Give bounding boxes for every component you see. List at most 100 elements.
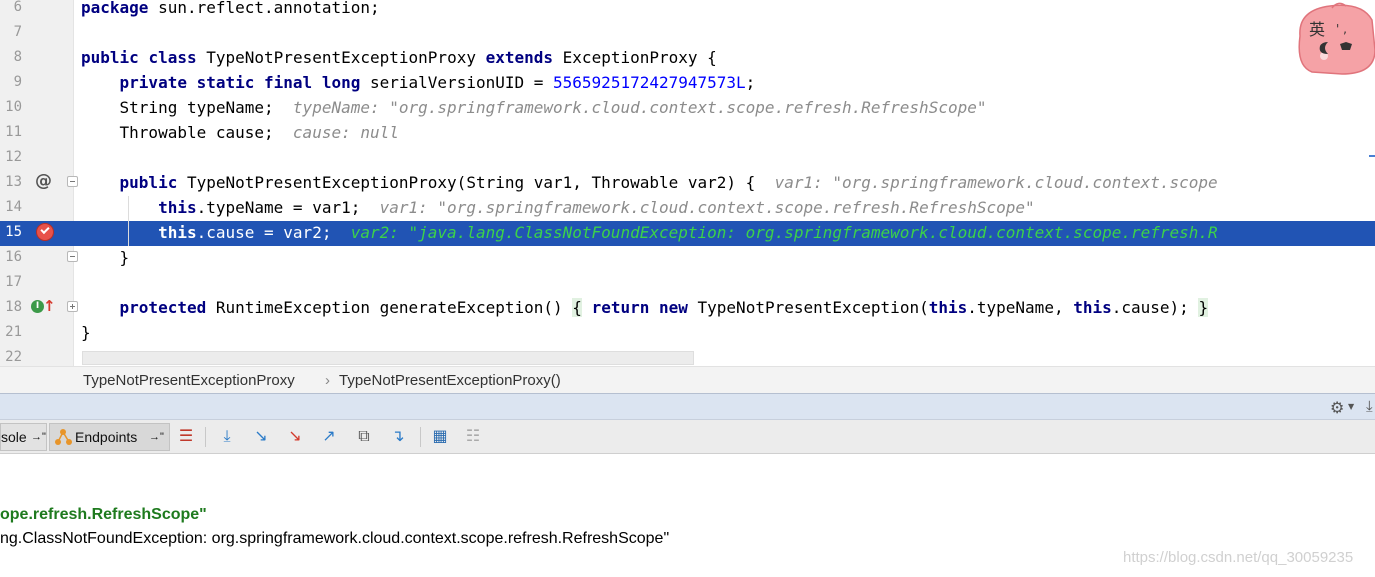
evaluate-expression-icon[interactable]: ▦ <box>429 425 451 447</box>
gear-icon[interactable]: ⚙ <box>1330 398 1344 417</box>
breadcrumb-item-method[interactable]: TypeNotPresentExceptionProxy() <box>339 372 561 389</box>
keyword: public <box>81 48 139 67</box>
code-line[interactable]: 8 public class TypeNotPresentExceptionPr… <box>0 46 1375 71</box>
variable-value-line[interactable]: ope.refresh.RefreshScope" <box>0 506 207 524</box>
watermark-text: https://blog.csdn.net/qq_30059235 <box>1123 549 1354 566</box>
keyword: this <box>158 223 197 242</box>
line-number: 15 <box>5 224 22 240</box>
fold-toggle[interactable] <box>67 176 78 187</box>
code-text: this.typeName = var1; var1: "org.springf… <box>81 197 1035 219</box>
line-number: 21 <box>5 324 22 340</box>
code-token: .cause); <box>1111 298 1199 317</box>
ime-mascot-icon: 英 ' , <box>1298 2 1375 75</box>
inline-debug-value: var1: "org.springframework.cloud.context… <box>379 198 1035 217</box>
chevron-down-icon[interactable]: ▼ <box>1348 402 1354 411</box>
code-line[interactable]: 16 } <box>0 246 1375 271</box>
tab-console[interactable]: sole →" <box>0 423 47 451</box>
code-token: } <box>81 323 91 342</box>
code-token: ; <box>745 73 756 92</box>
annotation-at-icon[interactable]: @ <box>35 171 52 191</box>
error-stripe-marker[interactable] <box>1369 155 1375 157</box>
current-execution-line[interactable]: 15 this.cause = var2; var2: "java.lang.C… <box>0 221 1375 246</box>
code-token: .typeName, <box>967 298 1074 317</box>
line-number: 8 <box>13 49 22 65</box>
code-token: sun.reflect.annotation; <box>148 0 380 17</box>
code-line[interactable]: 11 Throwable cause; cause: null <box>0 121 1375 146</box>
step-over-icon[interactable]: ⤓ <box>216 425 238 447</box>
hide-panel-icon[interactable]: ⤓ <box>1366 397 1373 415</box>
breakpoint-icon[interactable] <box>36 223 54 241</box>
line-number: 9 <box>13 74 22 90</box>
code-text: public TypeNotPresentExceptionProxy(Stri… <box>81 172 1218 194</box>
code-token: TypeNotPresentException( <box>687 298 929 317</box>
debug-panel-header: ⚙ ▼ ⤓ <box>0 393 1375 420</box>
keyword: public <box>119 173 178 192</box>
debug-toolbar: sole →" Endpoints →" ☰ ⤓ ↘ ↘ ↗ ⧉ ↴ ▦ ☷ <box>0 420 1375 454</box>
force-step-into-icon[interactable]: ↘ <box>284 425 306 447</box>
keyword: extends <box>485 48 554 67</box>
number-literal: 5565925172427947573L <box>553 73 746 92</box>
tab-pin-arrow: →" <box>149 431 164 443</box>
code-line[interactable]: 9 private static final long serialVersio… <box>0 71 1375 96</box>
code-token: .typeName = var1; <box>196 198 380 217</box>
show-execution-point-icon[interactable]: ☰ <box>175 425 197 447</box>
line-number: 6 <box>13 0 22 15</box>
code-text: protected RuntimeException generateExcep… <box>81 297 1209 319</box>
code-token: RuntimeException generateException() <box>206 298 573 317</box>
tab-label: Endpoints <box>75 429 138 445</box>
code-text: this.cause = var2; var2: "java.lang.Clas… <box>81 222 1218 244</box>
code-editor[interactable]: 6 package sun.reflect.annotation; 7 8 pu… <box>0 0 1375 366</box>
breadcrumb-item-class[interactable]: TypeNotPresentExceptionProxy <box>83 372 295 389</box>
drop-frame-icon[interactable]: ⧉ <box>353 425 375 447</box>
code-line[interactable]: 21 } <box>0 321 1375 346</box>
code-line[interactable]: 14 this.typeName = var1; var1: "org.spri… <box>0 196 1375 221</box>
code-token: Throwable cause; <box>119 123 293 142</box>
tab-endpoints[interactable]: Endpoints →" <box>49 423 170 451</box>
line-number: 14 <box>5 199 22 215</box>
endpoints-icon <box>55 429 72 445</box>
line-number: 10 <box>5 99 22 115</box>
folded-brace[interactable]: } <box>1198 298 1209 317</box>
step-out-icon[interactable]: ↗ <box>318 425 340 447</box>
overrides-up-arrow-icon[interactable]: ↑ <box>43 297 56 315</box>
keyword: package <box>81 0 149 17</box>
horizontal-scrollbar[interactable] <box>82 351 694 365</box>
keyword: return new <box>591 298 688 317</box>
variables-view[interactable]: ope.refresh.RefreshScope" ng.ClassNotFou… <box>0 455 1375 577</box>
code-line[interactable]: 18 protected RuntimeException generateEx… <box>0 296 1375 321</box>
code-line[interactable]: 12 <box>0 146 1375 171</box>
code-text: public class TypeNotPresentExceptionProx… <box>81 47 717 69</box>
mascot-char: 英 <box>1309 20 1325 39</box>
trace-current-stream-icon[interactable]: ☷ <box>462 425 484 447</box>
tab-pin-arrow: →" <box>31 431 46 443</box>
keyword: this <box>928 298 968 317</box>
fold-toggle[interactable] <box>67 251 78 262</box>
code-line[interactable]: 13 public TypeNotPresentExceptionProxy(S… <box>0 171 1375 196</box>
code-text: } <box>81 322 91 344</box>
line-number: 18 <box>5 299 22 315</box>
code-line[interactable]: 17 <box>0 271 1375 296</box>
code-line[interactable]: 7 <box>0 21 1375 46</box>
inline-debug-value: var2: "java.lang.ClassNotFoundException:… <box>350 223 1218 242</box>
line-number: 12 <box>5 149 22 165</box>
code-token: .cause = var2; <box>196 223 351 242</box>
code-text: package sun.reflect.annotation; <box>81 0 380 19</box>
line-number: 16 <box>5 249 22 265</box>
step-into-icon[interactable]: ↘ <box>250 425 272 447</box>
code-token: String typeName; <box>119 98 293 117</box>
variable-value-line[interactable]: ng.ClassNotFoundException: org.springfra… <box>0 530 669 548</box>
line-number: 17 <box>5 274 22 290</box>
inline-debug-value: typeName: "org.springframework.cloud.con… <box>292 98 987 117</box>
code-token: TypeNotPresentExceptionProxy(String var1… <box>177 173 775 192</box>
class-name: TypeNotPresentExceptionProxy <box>196 48 486 67</box>
expand-fold-toggle[interactable] <box>67 301 78 312</box>
keyword: protected <box>119 298 207 317</box>
line-number: 7 <box>13 24 22 40</box>
folded-brace[interactable]: { <box>572 298 582 317</box>
run-to-cursor-icon[interactable]: ↴ <box>387 425 409 447</box>
line-number: 11 <box>5 124 22 140</box>
code-line[interactable]: 6 package sun.reflect.annotation; <box>0 0 1375 21</box>
code-text: Throwable cause; cause: null <box>81 122 399 144</box>
code-line[interactable]: 10 String typeName; typeName: "org.sprin… <box>0 96 1375 121</box>
inline-debug-value: cause: null <box>292 123 399 142</box>
